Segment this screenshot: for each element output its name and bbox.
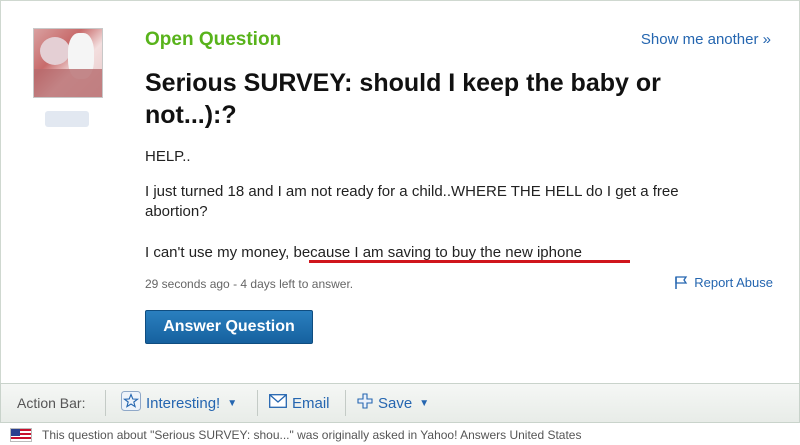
red-underline-mark	[309, 260, 630, 263]
question-status-label: Open Question	[145, 29, 282, 50]
action-bar-label: Action Bar:	[17, 395, 86, 411]
action-bar-divider	[345, 390, 346, 416]
action-bar: Action Bar: Interesting! ▼ Email Save ▼	[0, 383, 800, 423]
report-abuse-link[interactable]: Report Abuse	[674, 275, 773, 290]
question-body-line-1: HELP..	[145, 148, 191, 165]
origin-footer: This question about "Serious SURVEY: sho…	[10, 428, 581, 442]
show-another-link[interactable]: Show me another »	[641, 31, 771, 48]
flag-icon	[674, 275, 688, 290]
chevron-down-icon: ▼	[227, 397, 238, 409]
question-body-lead: I can't use my money,	[145, 244, 294, 261]
avatar-blur-shirt	[34, 69, 102, 97]
username-redacted[interactable]	[45, 111, 89, 127]
report-abuse-label: Report Abuse	[694, 275, 773, 290]
us-flag-icon	[10, 428, 32, 442]
interesting-label: Interesting!	[146, 394, 221, 412]
origin-footer-text: This question about "Serious SURVEY: sho…	[42, 428, 582, 442]
save-label: Save	[378, 394, 413, 412]
plus-icon	[357, 393, 373, 413]
action-bar-divider	[105, 390, 106, 416]
question-title: Serious SURVEY: should I keep the baby o…	[145, 69, 661, 129]
email-button[interactable]: Email	[269, 392, 330, 414]
envelope-icon	[269, 394, 287, 412]
chevron-down-icon: ▼	[419, 397, 430, 409]
action-bar-divider	[257, 390, 258, 416]
question-card: Open Question Show me another » Serious …	[0, 0, 800, 384]
star-icon	[121, 391, 141, 415]
interesting-button[interactable]: Interesting! ▼	[121, 391, 238, 415]
save-button[interactable]: Save ▼	[357, 392, 429, 414]
question-body-line-2: I just turned 18 and I am not ready for …	[145, 183, 679, 220]
question-meta: 29 seconds ago - 4 days left to answer.	[145, 277, 354, 291]
question-body-highlight: because I am saving to buy the new iphon…	[293, 244, 583, 261]
avatar[interactable]	[33, 28, 103, 98]
email-label: Email	[292, 394, 330, 412]
answer-question-button[interactable]: Answer Question	[145, 310, 313, 344]
avatar-blur-face	[40, 37, 70, 65]
